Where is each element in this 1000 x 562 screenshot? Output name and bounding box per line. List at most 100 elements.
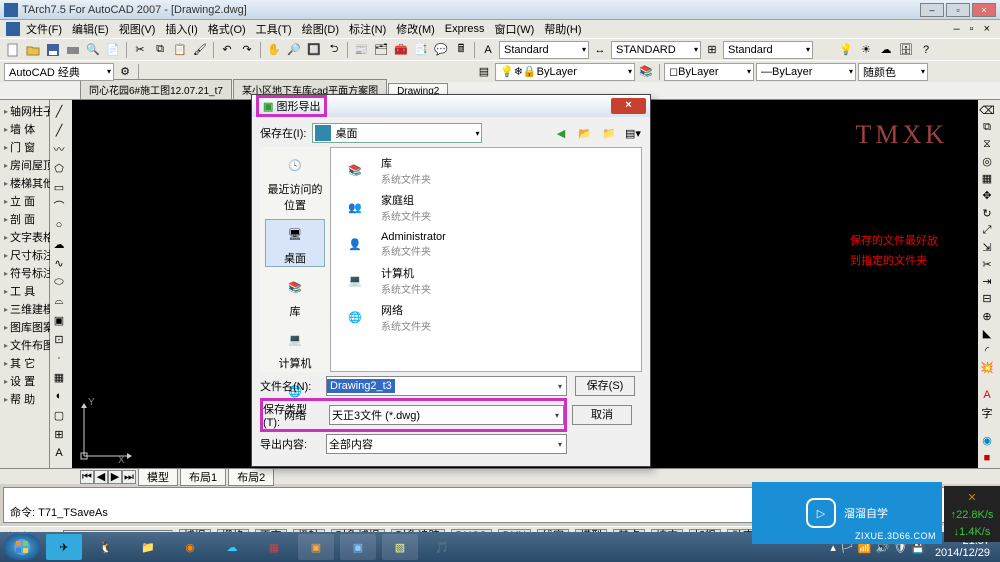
plot-icon[interactable] (64, 41, 82, 59)
back-icon[interactable]: ◀ (552, 124, 570, 142)
dc-icon[interactable]: 🗂 (372, 41, 390, 59)
tab-last-icon[interactable]: ⏭ (122, 470, 136, 484)
tp-icon[interactable]: 🧰 (392, 41, 410, 59)
markup-icon[interactable]: 💬 (432, 41, 450, 59)
match-icon[interactable]: 🖌 (191, 41, 209, 59)
tab-layout1[interactable]: 布局1 (180, 468, 226, 486)
line-icon[interactable]: ╱ (50, 102, 68, 120)
place-libraries[interactable]: 📚库 (265, 273, 325, 319)
task-item[interactable]: ▣ (298, 534, 334, 560)
cloud-icon[interactable]: ☁ (877, 41, 895, 59)
rc-icon[interactable]: 🗄 (897, 41, 915, 59)
qc-icon[interactable]: 🖩 (452, 41, 470, 59)
region-icon[interactable]: ▢ (50, 406, 68, 424)
ellipse-icon[interactable]: ⬭ (50, 273, 68, 291)
tarch-item[interactable]: ▸楼梯其他 (2, 174, 47, 192)
filetype-combo[interactable]: 天正3文件 (*.dwg) (329, 405, 564, 425)
place-computer[interactable]: 💻计算机 (265, 325, 325, 371)
up-icon[interactable]: 📂 (576, 124, 594, 142)
preview-icon[interactable]: 🔍 (84, 41, 102, 59)
newfolder-icon[interactable]: 📁 (600, 124, 618, 142)
publish-icon[interactable]: 📄 (104, 41, 122, 59)
help-icon[interactable]: ? (917, 41, 935, 59)
offset-icon[interactable]: ◎ (978, 154, 996, 170)
pan-icon[interactable]: ✋ (265, 41, 283, 59)
point-icon[interactable]: · (50, 349, 68, 367)
extend-icon[interactable]: ⇥ (978, 274, 996, 290)
break-icon[interactable]: ⊟ (978, 291, 996, 307)
text-s-icon[interactable]: 字 (978, 404, 996, 422)
tarch-item[interactable]: ▸尺寸标注 (2, 246, 47, 264)
menu-modify[interactable]: 修改(M) (392, 20, 439, 38)
scale-icon[interactable]: ⤢ (978, 222, 996, 238)
tarch-item[interactable]: ▸其 它 (2, 354, 47, 372)
list-item[interactable]: 💻计算机系统文件夹 (335, 262, 637, 299)
cancel-button[interactable]: 取消 (572, 405, 632, 425)
maximize-button[interactable]: ▫ (946, 3, 970, 17)
new-icon[interactable] (4, 41, 22, 59)
xline-icon[interactable]: ╱ (50, 121, 68, 139)
table-icon[interactable]: ⊞ (50, 425, 68, 443)
undo-icon[interactable]: ↶ (218, 41, 236, 59)
task-item[interactable]: ✈ (46, 534, 82, 560)
doc-min-button[interactable]: – (950, 22, 964, 36)
tarch-item[interactable]: ▸图库图案 (2, 318, 47, 336)
explode-icon[interactable]: 💥 (978, 360, 996, 376)
export-content-combo[interactable]: 全部内容 (326, 434, 567, 454)
zoom-rt-icon[interactable]: 🔎 (285, 41, 303, 59)
erase-icon[interactable]: ⌫ (978, 102, 996, 118)
ext1-icon[interactable]: ◉ (978, 433, 996, 449)
fillet-icon[interactable]: ◜ (978, 342, 996, 358)
tarch-item[interactable]: ▸剖 面 (2, 210, 47, 228)
doc-close-button[interactable]: × (980, 22, 994, 36)
mirror-icon[interactable]: ⧖ (978, 136, 996, 152)
save-icon[interactable] (44, 41, 62, 59)
tarch-item[interactable]: ▸文件布图 (2, 336, 47, 354)
join-icon[interactable]: ⊕ (978, 308, 996, 324)
tarch-item[interactable]: ▸工 具 (2, 282, 47, 300)
tab-next-icon[interactable]: ▶ (108, 470, 122, 484)
filename-field[interactable]: Drawing2_t3 (326, 376, 567, 396)
dialog-close-button[interactable]: × (611, 98, 646, 114)
dim-icon[interactable]: ↔ (591, 41, 609, 59)
task-item[interactable]: ☁ (214, 534, 250, 560)
text-a-icon[interactable]: A (978, 387, 996, 403)
revcloud-icon[interactable]: ☁ (50, 235, 68, 253)
list-item[interactable]: 📚库系统文件夹 (335, 152, 637, 189)
menu-dim[interactable]: 标注(N) (345, 20, 390, 38)
color-combo[interactable]: ◻ ByLayer (664, 63, 754, 81)
menu-view[interactable]: 视图(V) (115, 20, 160, 38)
start-button[interactable] (4, 534, 40, 560)
ext2-icon[interactable]: ■ (978, 450, 996, 466)
menu-edit[interactable]: 编辑(E) (68, 20, 113, 38)
linetype-combo[interactable]: — ByLayer (756, 63, 856, 81)
tarch-item[interactable]: ▸立 面 (2, 192, 47, 210)
doc-restore-button[interactable]: ▫ (966, 22, 978, 36)
lineweight-combo[interactable]: 随颜色 (858, 63, 928, 81)
chamfer-icon[interactable]: ◣ (978, 325, 996, 341)
tab-prev-icon[interactable]: ◀ (94, 470, 108, 484)
tablestyle-combo[interactable]: Standard (723, 41, 813, 59)
task-item[interactable]: ◉ (172, 534, 208, 560)
rotate-icon[interactable]: ↻ (978, 205, 996, 221)
menu-tools[interactable]: 工具(T) (252, 20, 296, 38)
list-item[interactable]: 👥家庭组系统文件夹 (335, 189, 637, 226)
tab-first-icon[interactable]: ⏮ (80, 470, 94, 484)
textstyle-combo[interactable]: Standard (499, 41, 589, 59)
menu-draw[interactable]: 绘图(D) (298, 20, 343, 38)
ws-gear-icon[interactable]: ⚙ (116, 63, 134, 81)
menu-file[interactable]: 文件(F) (22, 20, 66, 38)
open-icon[interactable] (24, 41, 42, 59)
save-in-combo[interactable]: 桌面 ▾ (312, 123, 482, 143)
task-item[interactable]: ▧ (382, 534, 418, 560)
task-item[interactable]: 🐧 (88, 534, 124, 560)
list-item[interactable]: 👤Administrator系统文件夹 (335, 226, 637, 262)
move-icon[interactable]: ✥ (978, 188, 996, 204)
dialog-titlebar[interactable]: ▣ 图形导出 × (252, 95, 650, 117)
menu-insert[interactable]: 插入(I) (161, 20, 201, 38)
arc-icon[interactable]: ⌒ (50, 197, 68, 215)
task-item[interactable]: 🎵 (424, 534, 460, 560)
redo-icon[interactable]: ↷ (238, 41, 256, 59)
tarch-item[interactable]: ▸房间屋顶 (2, 156, 47, 174)
circle-icon[interactable]: ○ (50, 216, 68, 234)
